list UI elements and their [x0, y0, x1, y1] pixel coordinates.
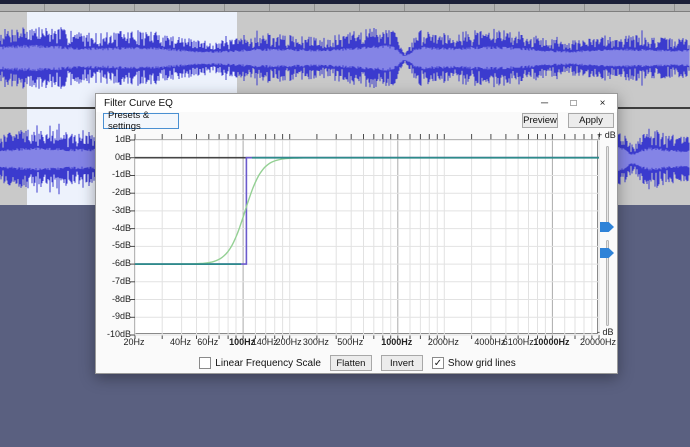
dialog-bottom-controls: Linear Frequency Scale Flatten Invert ✓ … [96, 354, 619, 372]
x-axis-label: 10000Hz [533, 337, 569, 347]
x-axis-label: 200Hz [276, 337, 302, 347]
timeline-ruler[interactable] [0, 4, 690, 12]
db-max-label: + dB [597, 130, 616, 140]
y-axis-label: -6dB [112, 258, 131, 268]
preview-button[interactable]: Preview [522, 113, 558, 128]
flatten-button[interactable]: Flatten [330, 355, 372, 371]
minimize-icon[interactable]: ─ [530, 94, 559, 112]
show-grid-lines-option[interactable]: ✓ Show grid lines [432, 357, 516, 369]
y-axis-label: -7dB [112, 276, 131, 286]
linear-frequency-scale-label: Linear Frequency Scale [215, 358, 321, 369]
y-axis-labels: 1dB 0dB -1dB -2dB -3dB -4dB -5dB -6dB -7dB -8dB -9… [98, 94, 131, 375]
x-axis-label: 1000Hz [381, 337, 412, 347]
y-axis-label: -3dB [112, 205, 131, 215]
y-axis-label: 0dB [115, 152, 131, 162]
eq-graph[interactable] [134, 139, 598, 334]
x-axis-label: 20000Hz [580, 337, 616, 347]
x-axis-label: 140Hz [252, 337, 278, 347]
dialog-titlebar[interactable]: Filter Curve EQ ─ □ × [96, 94, 617, 112]
db-max-slider[interactable] [606, 146, 609, 230]
maximize-icon[interactable]: □ [559, 94, 588, 112]
x-axis-label: 300Hz [303, 337, 329, 347]
x-axis-label: 500Hz [337, 337, 363, 347]
invert-button[interactable]: Invert [381, 355, 423, 371]
x-axis-label: 6100Hz [503, 337, 534, 347]
x-axis-label: 4000Hz [474, 337, 505, 347]
show-grid-lines-checkbox[interactable]: ✓ [432, 357, 444, 369]
y-axis-label: -5dB [112, 240, 131, 250]
x-axis-label: 40Hz [170, 337, 191, 347]
y-axis-label: -9dB [112, 311, 131, 321]
x-axis-label: 20Hz [123, 337, 144, 347]
close-icon[interactable]: × [588, 94, 617, 112]
y-axis-label: -4dB [112, 223, 131, 233]
linear-frequency-scale-checkbox[interactable] [199, 357, 211, 369]
linear-frequency-scale-option[interactable]: Linear Frequency Scale [199, 357, 321, 369]
eq-curve-plot [135, 140, 599, 335]
filter-curve-eq-dialog: Filter Curve EQ ─ □ × Presets & settings… [95, 93, 618, 374]
y-axis-label: -2dB [112, 187, 131, 197]
db-min-slider-thumb[interactable] [600, 248, 614, 258]
apply-button[interactable]: Apply [568, 113, 614, 128]
show-grid-lines-label: Show grid lines [448, 358, 516, 369]
audacity-window: Filter Curve EQ ─ □ × Presets & settings… [0, 0, 690, 447]
window-controls: ─ □ × [530, 94, 617, 112]
db-min-label: - dB [597, 327, 614, 337]
y-axis-label: -1dB [112, 169, 131, 179]
x-axis-label: 60Hz [197, 337, 218, 347]
y-axis-label: -8dB [112, 294, 131, 304]
y-axis-label: 1dB [115, 134, 131, 144]
db-max-slider-thumb[interactable] [600, 222, 614, 232]
x-axis-label: 2000Hz [428, 337, 459, 347]
x-axis-labels: 20Hz40Hz60Hz100Hz140Hz200Hz300Hz500Hz100… [96, 337, 619, 349]
